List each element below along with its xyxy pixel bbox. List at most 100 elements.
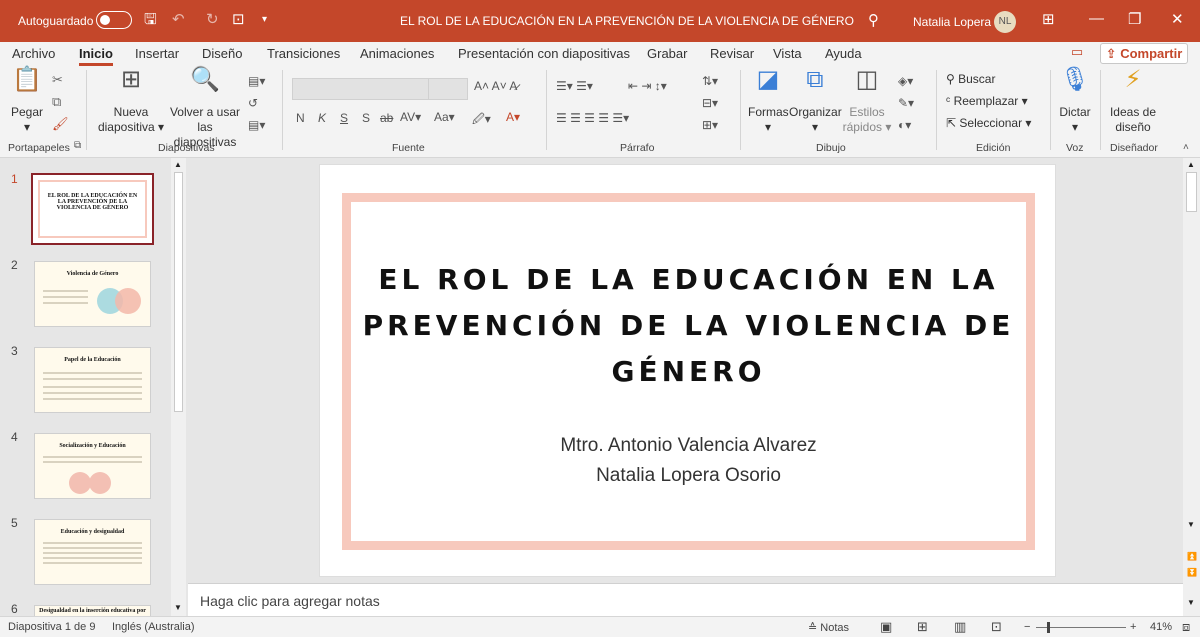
- indent-icon[interactable]: ⇤ ⇥ ↕▾: [628, 79, 667, 93]
- quick-styles-button[interactable]: ◫ Estilos rápidos ▾: [840, 68, 894, 135]
- change-case-icon[interactable]: Aa▾: [434, 110, 455, 124]
- fit-slide-icon[interactable]: ⧈: [1182, 619, 1190, 635]
- shadow-button[interactable]: S: [362, 111, 370, 125]
- slide-subtitle[interactable]: Mtro. Antonio Valencia Alvarez Natalia L…: [342, 431, 1035, 491]
- current-slide[interactable]: EL ROL DE LA EDUCACIÓN EN LA PREVENCIÓN …: [319, 164, 1056, 577]
- slide-thumbnail[interactable]: Socialización y Educación: [34, 433, 151, 499]
- tab-animaciones[interactable]: Animaciones: [360, 46, 434, 61]
- shapes-button[interactable]: ◪ Formas ▾: [748, 68, 789, 135]
- copy-icon[interactable]: ⧉: [52, 94, 61, 110]
- tab-diseno[interactable]: Diseño: [202, 46, 242, 61]
- customize-toolbar-icon[interactable]: ▾: [262, 11, 267, 29]
- scroll-thumb[interactable]: [174, 172, 183, 412]
- section-icon[interactable]: ▤▾: [248, 118, 265, 132]
- tab-grabar[interactable]: Grabar: [647, 46, 687, 61]
- editor-scrollbar[interactable]: ▲ ▼ ⏫ ⏬ ▼: [1183, 158, 1200, 616]
- replace-button[interactable]: ᶜ Reemplazar ▾: [946, 94, 1028, 109]
- search-icon[interactable]: ⚲: [868, 11, 879, 29]
- share-button[interactable]: ⇪ Compartir: [1100, 43, 1188, 64]
- text-direction-icon[interactable]: ⇅▾: [702, 74, 718, 88]
- zoom-level[interactable]: 41%: [1150, 621, 1172, 633]
- slide-thumbnail[interactable]: Desigualdad en la inserción educativa po…: [34, 605, 151, 616]
- font-size-combo[interactable]: [428, 78, 468, 100]
- slide-thumbnail[interactable]: Papel de la Educación: [34, 347, 151, 413]
- font-size-buttons-icon[interactable]: A˄ A˅ A̷: [474, 79, 517, 93]
- reading-view-icon[interactable]: ▥: [954, 619, 966, 635]
- format-painter-icon[interactable]: 🖌: [52, 116, 69, 132]
- user-name[interactable]: Natalia Lopera: [913, 15, 991, 29]
- slideshow-icon[interactable]: ⊡: [991, 619, 1002, 635]
- document-title[interactable]: EL ROL DE LA EDUCACIÓN EN LA PREVENCIÓN …: [400, 14, 854, 28]
- slide-title[interactable]: EL ROL DE LA EDUCACIÓN EN LA PREVENCIÓN …: [342, 257, 1035, 395]
- slide-thumbnail[interactable]: EL ROL DE LA EDUCACIÓN EN LA PREVENCIÓN …: [31, 173, 154, 245]
- underline-button[interactable]: S: [340, 111, 348, 125]
- ribbon-display-icon[interactable]: ⊞: [1042, 10, 1055, 28]
- group-divider: [282, 70, 283, 150]
- paste-button[interactable]: 📋 Pegar ▾: [8, 68, 46, 135]
- scroll-up-icon[interactable]: ▲: [174, 160, 182, 169]
- close-icon[interactable]: ✕: [1171, 10, 1184, 28]
- strikethrough-button[interactable]: ab: [380, 111, 393, 125]
- restore-icon[interactable]: ❐: [1128, 10, 1141, 28]
- undo-icon[interactable]: ↶: [172, 11, 185, 29]
- reuse-slides-button[interactable]: 🔍 Volver a usar las diapositivas: [166, 68, 244, 150]
- present-icon[interactable]: ⊡: [232, 11, 245, 29]
- dictate-button[interactable]: 🎙 Dictar ▾: [1056, 68, 1094, 135]
- thumbnail-scrollbar[interactable]: ▲ ▼: [171, 158, 186, 616]
- design-ideas-button[interactable]: ⚡ Ideas de diseño: [1104, 68, 1162, 135]
- autosave-toggle[interactable]: [96, 11, 132, 29]
- arrange-button[interactable]: ⧉ Organizar ▾: [789, 68, 842, 135]
- smartart-icon[interactable]: ⊞▾: [702, 118, 718, 132]
- tab-archivo[interactable]: Archivo: [12, 46, 55, 61]
- scroll-down-icon[interactable]: ▼: [1187, 520, 1195, 529]
- tab-inicio[interactable]: Inicio: [79, 46, 113, 66]
- language-indicator[interactable]: Inglés (Australia): [112, 621, 195, 633]
- highlight-icon[interactable]: 🖉▾: [472, 110, 491, 131]
- previous-slide-icon[interactable]: ⏫: [1187, 552, 1197, 561]
- bold-button[interactable]: N: [296, 111, 305, 125]
- font-color-icon[interactable]: A▾: [506, 110, 520, 124]
- cut-icon[interactable]: ✂: [52, 72, 63, 88]
- normal-view-icon[interactable]: ▣: [880, 619, 892, 635]
- save-icon[interactable]: 🖫: [144, 11, 157, 29]
- reset-icon[interactable]: ↺: [248, 96, 258, 110]
- diagram-circle: [69, 472, 91, 494]
- select-button[interactable]: ⇱ Seleccionar ▾: [946, 116, 1031, 131]
- find-button[interactable]: ⚲ Buscar: [946, 72, 995, 87]
- layout-icon[interactable]: ▤▾: [248, 74, 265, 88]
- bullets-icon[interactable]: ☰▾ ☰▾: [556, 79, 593, 93]
- minimize-icon[interactable]: —: [1089, 10, 1104, 27]
- scroll-thumb[interactable]: [1186, 172, 1197, 212]
- align-icons[interactable]: ☰ ☰ ☰ ☰ ☰▾: [556, 111, 629, 125]
- slide-sorter-icon[interactable]: ⊞: [917, 619, 928, 635]
- scroll-down-icon[interactable]: ▼: [174, 603, 182, 612]
- slide-thumbnail[interactable]: Violencia de Género: [34, 261, 151, 327]
- tab-presentacion[interactable]: Presentación con diapositivas: [458, 46, 630, 61]
- zoom-in-icon[interactable]: +: [1130, 621, 1136, 633]
- tab-insertar[interactable]: Insertar: [135, 46, 179, 61]
- comments-icon[interactable]: ▭: [1066, 44, 1088, 62]
- collapse-ribbon-icon[interactable]: ˄: [1183, 142, 1189, 153]
- redo-icon[interactable]: ↻: [206, 11, 219, 29]
- notes-pane[interactable]: Haga clic para agregar notas: [188, 583, 1183, 616]
- tab-revisar[interactable]: Revisar: [710, 46, 754, 61]
- shape-fill-icon[interactable]: ◈▾: [898, 74, 913, 88]
- notes-button[interactable]: ≙ Notas: [808, 621, 849, 634]
- zoom-out-icon[interactable]: −: [1024, 621, 1030, 633]
- char-spacing-icon[interactable]: AV▾: [400, 110, 421, 124]
- avatar[interactable]: NL: [994, 11, 1016, 33]
- align-text-icon[interactable]: ⊟▾: [702, 96, 718, 110]
- tab-ayuda[interactable]: Ayuda: [825, 46, 862, 61]
- zoom-slider-handle[interactable]: [1047, 622, 1050, 633]
- shape-effects-icon[interactable]: ◐▾: [898, 118, 911, 132]
- slide-thumbnail[interactable]: Educación y desigualdad: [34, 519, 151, 585]
- scroll-down-icon[interactable]: ▼: [1187, 598, 1195, 607]
- tab-transiciones[interactable]: Transiciones: [267, 46, 340, 61]
- italic-button[interactable]: K: [318, 111, 326, 125]
- shape-outline-icon[interactable]: ✎▾: [898, 96, 914, 110]
- tab-vista[interactable]: Vista: [773, 46, 802, 61]
- next-slide-icon[interactable]: ⏬: [1187, 568, 1197, 577]
- launcher-icon[interactable]: ⧉: [74, 140, 81, 151]
- new-slide-button[interactable]: ⊞ Nueva diapositiva ▾: [96, 68, 166, 135]
- scroll-up-icon[interactable]: ▲: [1187, 160, 1195, 169]
